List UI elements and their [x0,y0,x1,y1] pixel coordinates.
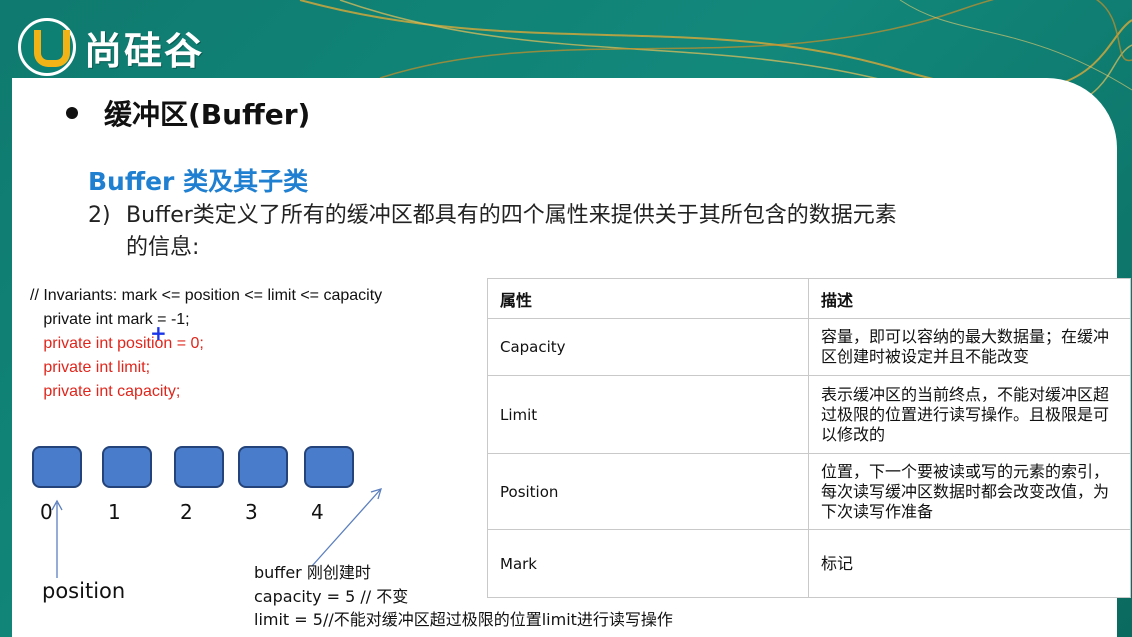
table-row: Mark 标记 [487,529,1131,598]
limit-arrow [311,489,381,567]
table-row: Capacity 容量，即可以容纳的最大数据量；在缓冲区创建时被设定并且不能改变 [487,318,1131,376]
header-description: 描述 [808,278,1131,319]
buffer-properties-table: 属性 描述 Capacity 容量，即可以容纳的最大数据量；在缓冲区创建时被设定… [487,278,1131,598]
caption-line2: capacity = 5 // 不变 [254,587,409,606]
row-property: Position [487,453,809,530]
row-description: 容量，即可以容纳的最大数据量；在缓冲区创建时被设定并且不能改变 [808,318,1131,376]
position-label: position [42,579,126,603]
row-description: 标记 [808,529,1131,598]
caption-line1: buffer 刚创建时 [254,563,371,582]
row-property: Capacity [487,318,809,376]
row-property: Mark [487,529,809,598]
row-description: 位置，下一个要被读或写的元素的索引，每次读写缓冲区数据时都会改变改值，为下次读写… [808,453,1131,530]
table-row: Position 位置，下一个要被读或写的元素的索引，每次读写缓冲区数据时都会改… [487,453,1131,530]
caption-line3: limit = 5//不能对缓冲区超过极限的位置limit进行读写操作 [254,610,673,629]
table-row: Limit 表示缓冲区的当前终点，不能对缓冲区超过极限的位置进行读写操作。且极限… [487,375,1131,454]
table-header-row: 属性 描述 [487,278,1131,319]
row-description: 表示缓冲区的当前终点，不能对缓冲区超过极限的位置进行读写操作。且极限是可以修改的 [808,375,1131,454]
row-property: Limit [487,375,809,454]
header-property: 属性 [487,278,809,319]
